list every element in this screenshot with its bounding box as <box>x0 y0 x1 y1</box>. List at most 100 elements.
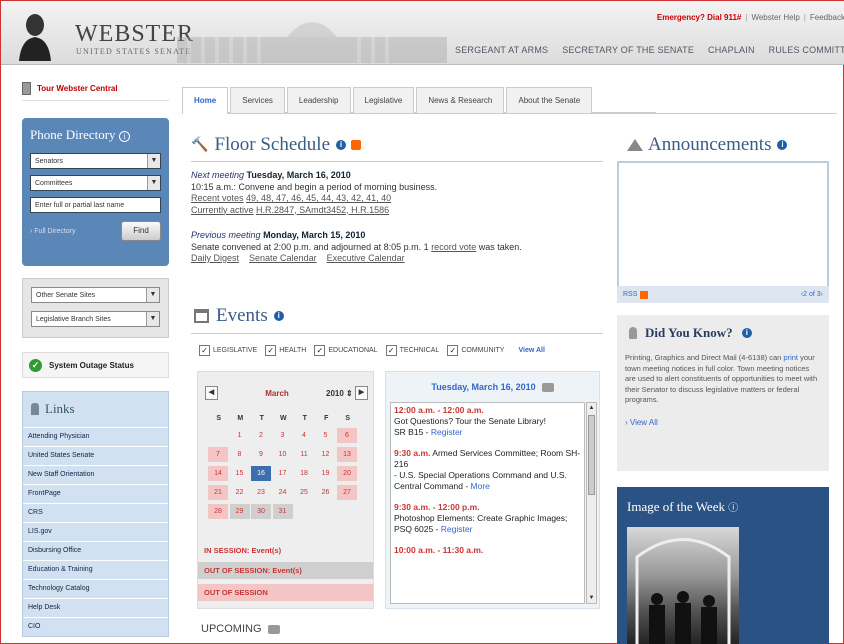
link-item[interactable]: Education & Training <box>23 560 168 579</box>
calendar-day[interactable]: 10 <box>273 447 293 462</box>
rss-icon[interactable] <box>351 140 362 150</box>
calendar-day[interactable]: 14 <box>208 466 228 481</box>
year-select[interactable]: 2010 ⇕ ▶ <box>326 386 368 400</box>
scroll-down-icon[interactable]: ▼ <box>587 593 596 603</box>
link-item[interactable]: LIS.gov <box>23 522 168 541</box>
calendar-day[interactable]: 30 <box>251 504 271 519</box>
register-link[interactable]: Register <box>431 427 463 437</box>
link-item[interactable]: Technology Catalog <box>23 579 168 598</box>
calendar-day[interactable]: 31 <box>272 504 293 519</box>
scroll-thumb[interactable] <box>588 415 595 495</box>
other-senate-sites-select[interactable]: Other Senate Sites ▼ <box>31 287 160 303</box>
info-icon[interactable]: i <box>273 311 284 321</box>
nav-rules-committee[interactable]: RULES COMMITTEE <box>769 45 844 55</box>
calendar-day[interactable]: 8 <box>230 447 250 462</box>
system-outage-status[interactable]: ✓ System Outage Status <box>22 352 169 378</box>
calendar-day[interactable]: 19 <box>316 466 336 481</box>
tab-legislative[interactable]: Legislative <box>352 87 415 113</box>
link-item[interactable]: Help Desk <box>23 598 168 617</box>
full-directory-link[interactable]: › Full Directory <box>30 228 76 235</box>
link-item[interactable]: FrontPage <box>23 484 168 503</box>
register-link[interactable]: Register <box>441 524 473 534</box>
recent-votes-label[interactable]: Recent votes <box>191 193 244 203</box>
tab-home[interactable]: Home <box>182 87 229 114</box>
link-item[interactable]: United States Senate <box>23 446 168 465</box>
tab-leadership[interactable]: Leadership <box>286 87 351 113</box>
image-of-week-photo[interactable] <box>627 527 739 644</box>
info-icon[interactable]: i <box>118 131 130 142</box>
next-month-button[interactable]: ▶ <box>354 386 368 400</box>
link-item[interactable]: Disbursing Office <box>23 541 168 560</box>
calendar-day[interactable]: 20 <box>337 466 357 481</box>
more-link[interactable]: More <box>471 481 490 491</box>
did-you-know-view-all[interactable]: › View All <box>625 418 821 427</box>
link-item[interactable]: New Staff Orientation <box>23 465 168 484</box>
legislative-branch-sites-select[interactable]: Legislative Branch Sites ▼ <box>31 311 160 327</box>
calendar-day[interactable]: 3 <box>273 428 293 443</box>
tab-services[interactable]: Services <box>230 87 285 113</box>
find-button[interactable]: Find <box>121 221 161 241</box>
filter-health[interactable]: ✓ HEALTH <box>265 345 306 356</box>
record-vote-link[interactable]: record vote <box>431 242 476 252</box>
calendar-day[interactable]: 7 <box>208 447 228 462</box>
print-link[interactable]: print <box>783 353 798 362</box>
calendar-day[interactable]: 1 <box>230 428 250 443</box>
link-item[interactable]: CIO <box>23 617 168 636</box>
calendar-day[interactable]: 22 <box>230 485 250 500</box>
link-item[interactable]: CRS <box>23 503 168 522</box>
calendar-day[interactable]: 29 <box>229 504 250 519</box>
filter-community[interactable]: ✓ COMMUNITY <box>447 345 504 356</box>
events-view-all-link[interactable]: View All <box>518 347 544 354</box>
calendar-day[interactable]: 15 <box>230 466 250 481</box>
print-icon[interactable] <box>267 624 280 634</box>
committees-select[interactable]: Committees ▼ <box>30 175 161 191</box>
print-icon[interactable] <box>541 383 554 393</box>
calendar-day[interactable]: 4 <box>294 428 314 443</box>
senators-select[interactable]: Senators ▼ <box>30 153 161 169</box>
link-item[interactable]: Attending Physician <box>23 427 168 446</box>
rss-link[interactable]: RSS <box>623 290 649 299</box>
calendar-day[interactable]: 17 <box>273 466 293 481</box>
announcements-pager[interactable]: ‹2 of 3› <box>801 291 823 298</box>
calendar-day[interactable]: 23 <box>251 485 271 500</box>
calendar-day[interactable]: 18 <box>294 466 314 481</box>
calendar-day[interactable]: 27 <box>337 485 357 500</box>
senate-calendar-link[interactable]: Senate Calendar <box>249 253 317 263</box>
nav-chaplain[interactable]: CHAPLAIN <box>708 45 755 55</box>
daily-digest-link[interactable]: Daily Digest <box>191 253 239 263</box>
currently-active-links[interactable]: H.R.2847, SAmdt3452, H.R.1586 <box>256 205 389 215</box>
webster-help-link[interactable]: Webster Help <box>751 13 799 22</box>
calendar-day[interactable]: 13 <box>337 447 357 462</box>
calendar-day[interactable]: 2 <box>251 428 271 443</box>
feedback-link[interactable]: Feedback <box>810 13 844 22</box>
prev-month-button[interactable]: ◀ <box>205 386 218 400</box>
filter-legislative[interactable]: ✓ LEGISLATIVE <box>199 345 257 356</box>
nav-sergeant-at-arms[interactable]: SERGEANT AT ARMS <box>455 45 548 55</box>
calendar-day[interactable]: 24 <box>273 485 293 500</box>
calendar-day[interactable]: 26 <box>316 485 336 500</box>
calendar-day[interactable]: 12 <box>316 447 336 462</box>
calendar-day[interactable]: 6 <box>337 428 357 443</box>
calendar-day[interactable]: 16 <box>251 466 271 481</box>
currently-active-label[interactable]: Currently active <box>191 205 254 215</box>
info-icon[interactable]: i <box>777 140 788 150</box>
filter-educational[interactable]: ✓ EDUCATIONAL <box>314 345 378 356</box>
tab-news-research[interactable]: News & Research <box>416 87 505 113</box>
last-name-input[interactable]: Enter full or partial last name <box>30 197 161 213</box>
tour-link[interactable]: Tour Webster Central <box>22 81 169 101</box>
scroll-up-icon[interactable]: ▲ <box>587 403 596 413</box>
info-icon[interactable]: i <box>336 140 347 150</box>
calendar-day[interactable]: 11 <box>294 447 314 462</box>
info-icon[interactable]: ⓘ <box>728 503 738 514</box>
info-icon[interactable]: i <box>741 328 752 338</box>
emergency-link[interactable]: Emergency? Dial 911# <box>657 13 742 22</box>
calendar-day[interactable]: 5 <box>316 428 336 443</box>
calendar-day[interactable]: 9 <box>251 447 271 462</box>
event-list-scrollbar[interactable]: ▲ ▼ <box>586 402 597 604</box>
calendar-day[interactable]: 21 <box>208 485 228 500</box>
executive-calendar-link[interactable]: Executive Calendar <box>327 253 405 263</box>
recent-votes-links[interactable]: 49, 48, 47, 46, 45, 44, 43, 42, 41, 40 <box>246 193 391 203</box>
calendar-day[interactable]: 25 <box>294 485 314 500</box>
filter-technical[interactable]: ✓ TECHNICAL <box>385 345 439 356</box>
tab-about-senate[interactable]: About the Senate <box>506 87 593 113</box>
